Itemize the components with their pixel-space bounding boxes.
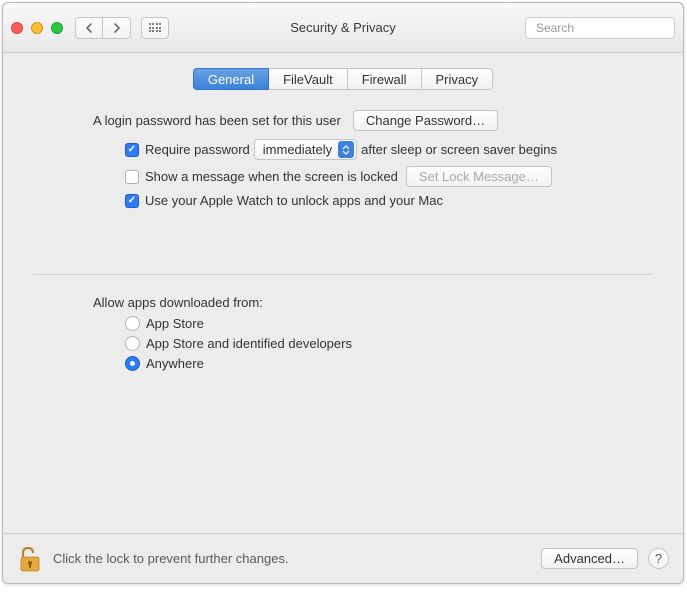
radio-app-store[interactable] [125, 316, 140, 331]
require-password-select[interactable]: immediately [254, 139, 357, 160]
lock-open-icon [19, 546, 41, 572]
forward-button[interactable] [103, 17, 131, 39]
close-window-button[interactable] [11, 22, 23, 34]
login-password-desc: A login password has been set for this u… [93, 113, 341, 128]
tab-filevault[interactable]: FileVault [269, 68, 348, 90]
login-section: A login password has been set for this u… [3, 110, 683, 214]
show-message-label: Show a message when the screen is locked [145, 169, 398, 184]
require-password-prefix: Require password [145, 142, 250, 157]
grid-icon [149, 23, 162, 32]
require-password-select-value: immediately [263, 142, 332, 157]
apple-watch-label: Use your Apple Watch to unlock apps and … [145, 193, 443, 208]
require-password-row: ✓ Require password immediately after sle… [125, 139, 633, 160]
tab-general[interactable]: General [193, 68, 269, 90]
checkmark-icon: ✓ [128, 145, 136, 155]
chevron-right-icon [113, 23, 121, 33]
downloads-section: Allow apps downloaded from: App Store Ap… [3, 295, 683, 376]
login-password-row: A login password has been set for this u… [93, 110, 633, 131]
lock-button[interactable] [17, 544, 43, 574]
show-message-checkbox[interactable] [125, 170, 139, 184]
help-button[interactable]: ? [648, 548, 669, 569]
tab-row: General FileVault Firewall Privacy [3, 68, 683, 90]
radio-identified-developers[interactable] [125, 336, 140, 351]
tab-firewall[interactable]: Firewall [348, 68, 422, 90]
titlebar: Security & Privacy [3, 3, 683, 53]
apple-watch-row: ✓ Use your Apple Watch to unlock apps an… [125, 193, 633, 208]
radio-anywhere[interactable] [125, 356, 140, 371]
show-all-button[interactable] [141, 17, 169, 39]
radio-row-app-store: App Store [125, 316, 633, 331]
downloads-heading: Allow apps downloaded from: [93, 295, 633, 310]
radio-label-app-store: App Store [146, 316, 204, 331]
footer: Click the lock to prevent further change… [3, 533, 683, 583]
chevron-left-icon [85, 23, 93, 33]
minimize-window-button[interactable] [31, 22, 43, 34]
show-message-row: Show a message when the screen is locked… [125, 166, 633, 187]
change-password-button[interactable]: Change Password… [353, 110, 498, 131]
radio-row-anywhere: Anywhere [125, 356, 633, 371]
preferences-window: Security & Privacy General FileVault Fir… [2, 2, 684, 584]
radio-label-anywhere: Anywhere [146, 356, 204, 371]
search-field-wrap[interactable] [525, 17, 675, 39]
advanced-button[interactable]: Advanced… [541, 548, 638, 569]
search-input[interactable] [536, 21, 687, 35]
content-area: General FileVault Firewall Privacy A log… [3, 53, 683, 583]
back-button[interactable] [75, 17, 103, 39]
require-password-checkbox[interactable]: ✓ [125, 143, 139, 157]
set-lock-message-button[interactable]: Set Lock Message… [406, 166, 552, 187]
tabs: General FileVault Firewall Privacy [193, 68, 493, 90]
downloads-radio-group: App Store App Store and identified devel… [125, 316, 633, 371]
radio-dot-icon [130, 361, 135, 366]
nav-buttons [75, 17, 131, 39]
checkmark-icon: ✓ [128, 196, 136, 206]
divider [33, 274, 653, 275]
radio-row-identified: App Store and identified developers [125, 336, 633, 351]
lock-help-text: Click the lock to prevent further change… [53, 551, 541, 566]
stepper-icon [338, 141, 354, 158]
zoom-window-button[interactable] [51, 22, 63, 34]
apple-watch-checkbox[interactable]: ✓ [125, 194, 139, 208]
window-controls [11, 22, 63, 34]
radio-label-identified: App Store and identified developers [146, 336, 352, 351]
tab-privacy[interactable]: Privacy [422, 68, 494, 90]
require-password-suffix: after sleep or screen saver begins [361, 142, 557, 157]
